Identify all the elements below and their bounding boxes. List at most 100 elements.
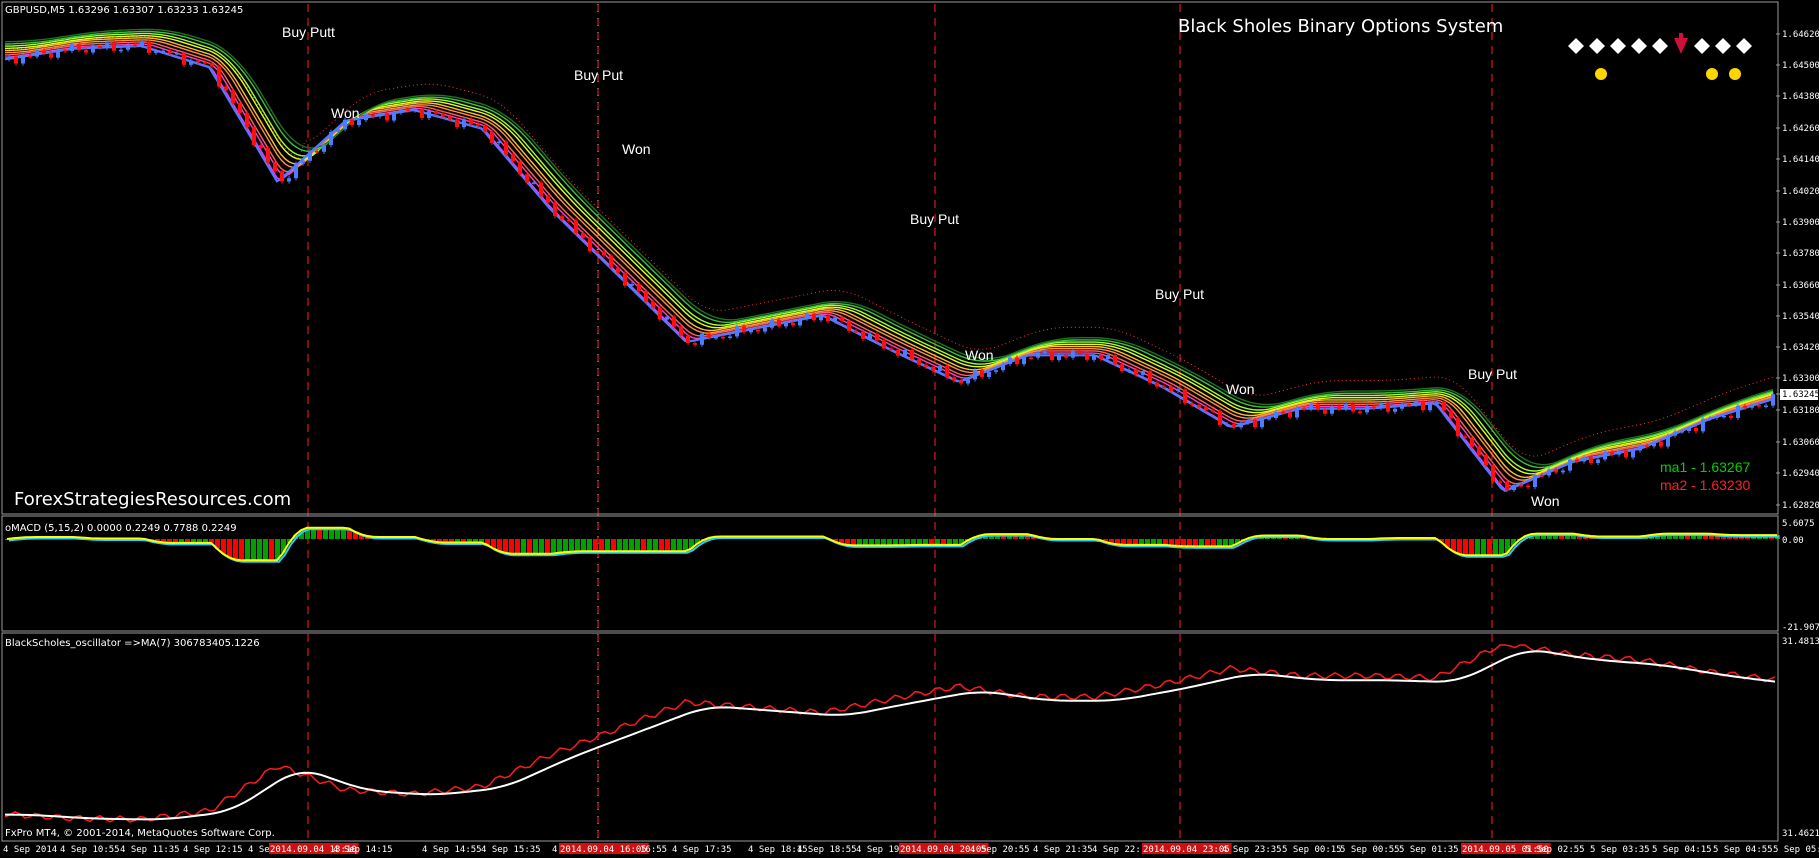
price-tick-label: 1.64500 — [1782, 61, 1819, 71]
candle-body — [1400, 403, 1404, 409]
candle-body — [959, 380, 963, 384]
candle-body — [1652, 441, 1656, 447]
candle-body — [777, 319, 781, 327]
candle-body — [854, 330, 858, 333]
diamond-icon — [1715, 38, 1731, 54]
oscillator-ma-line — [5, 650, 1776, 821]
time-tick-label: 5 Sep 05:3 — [1773, 845, 1819, 855]
candle-body — [1036, 352, 1040, 358]
time-tick-label: 4 Sep 12:15 — [183, 845, 243, 855]
candle-body — [49, 53, 53, 58]
candle-body — [1575, 459, 1579, 462]
candle-body — [168, 50, 172, 54]
price-axis[interactable]: 1.64620 1.64500 1.64380 1.64260 1.64140 1.640… — [1776, 30, 1819, 511]
candle-body — [686, 335, 690, 344]
price-tick-label: 1.64380 — [1782, 92, 1819, 102]
candle-body — [973, 370, 977, 380]
ma2-label: ma2 - 1.63230 — [1660, 477, 1750, 493]
ma-ribbon-line — [5, 28, 1774, 466]
candle-body — [1435, 401, 1439, 405]
candle-body — [1568, 459, 1572, 471]
candle-body — [1379, 403, 1383, 409]
macd-bar — [647, 539, 652, 552]
diamond-icon — [1568, 38, 1584, 54]
macd-bar — [587, 539, 592, 552]
candle-body — [1155, 382, 1159, 387]
candle-body — [1211, 410, 1215, 412]
mt4-chart-window[interactable]: GBPUSD,M5 1.63296 1.63307 1.63233 1.6324… — [0, 0, 1819, 858]
chart-canvas[interactable]: GBPUSD,M5 1.63296 1.63307 1.63233 1.6324… — [0, 0, 1819, 858]
candle-body — [1358, 411, 1362, 413]
candle-body — [1190, 403, 1194, 405]
oscillator-line — [4, 644, 1776, 823]
candle-body — [1680, 430, 1684, 433]
macd-bar — [1199, 539, 1204, 547]
macd-bar — [227, 539, 232, 558]
price-tick-label: 1.63900 — [1782, 218, 1819, 228]
diamond-icon — [1652, 38, 1668, 54]
price-tick-label: 1.64260 — [1782, 124, 1819, 134]
candle-body — [364, 114, 368, 121]
time-tick-label: 5 Sep 00:15 — [1282, 845, 1342, 855]
candle-body — [1561, 470, 1565, 473]
price-tick-label: 1.63540 — [1782, 312, 1819, 322]
macd-bar — [1211, 539, 1216, 547]
candle-body — [1274, 412, 1278, 419]
candle-body — [1603, 451, 1607, 460]
candle-body — [1232, 424, 1236, 428]
time-tick-label: 4 Sep 11:35 — [120, 845, 180, 855]
candle-body — [1701, 418, 1705, 432]
ma1-label: ma1 - 1.63267 — [1660, 459, 1750, 475]
time-tick-label: 5 Sep 04:55 — [1713, 845, 1773, 855]
candle-body — [1638, 445, 1642, 451]
candle-body — [826, 315, 830, 322]
macd-bar — [233, 539, 238, 560]
candle-body — [581, 233, 585, 238]
candle-body — [1498, 481, 1502, 483]
time-tick-label: 4 Sep 17:35 — [672, 845, 732, 855]
candle-body — [1610, 451, 1614, 455]
watermark: ForexStrategiesResources.com — [14, 489, 291, 510]
macd-bar — [527, 539, 532, 554]
candle-body — [917, 359, 921, 365]
candle-body — [1372, 406, 1376, 409]
macd-bar — [1499, 539, 1504, 556]
macd-bar — [635, 539, 640, 552]
candle-body — [840, 317, 844, 321]
candle-body — [427, 111, 431, 119]
candle-body — [623, 272, 627, 286]
time-tick-label: 4 Sep 23:35 — [1222, 845, 1282, 855]
diamond-icon — [1736, 38, 1752, 54]
candle-body — [1715, 416, 1719, 418]
candle-body — [224, 86, 228, 91]
candle-body — [1085, 353, 1089, 360]
candle-body — [1302, 408, 1306, 410]
won-label: Won — [331, 105, 360, 121]
candle-body — [602, 251, 606, 256]
candle-body — [504, 141, 508, 155]
time-tick-label: 4 Sep 2014 — [3, 845, 57, 855]
candle-body — [189, 60, 193, 65]
time-tick-label: 4 Sep 21:35 — [1033, 845, 1093, 855]
candle-body — [133, 44, 137, 47]
candle-body — [644, 290, 648, 302]
time-tick-label: 5 Sep 01:35 — [1399, 845, 1459, 855]
candle-body — [1295, 408, 1299, 418]
candle-body — [287, 178, 291, 182]
candle-body — [252, 127, 256, 146]
macd-bar — [659, 539, 664, 552]
time-tick-label: 16:55 — [640, 845, 667, 855]
candle-body — [798, 318, 802, 326]
macd-bar — [257, 539, 262, 561]
candle-body — [42, 50, 46, 54]
candle-body — [1407, 403, 1411, 406]
candle-body — [1316, 404, 1320, 410]
trade-annotations: Buy Putt Won Buy Put Won Buy Put Won Buy Put Wo… — [282, 24, 1560, 509]
candle-body — [1022, 357, 1026, 365]
time-axis[interactable]: 4 Sep 2014 4 Sep 10:55 4 Sep 11:35 4 Sep 12… — [3, 843, 1819, 855]
candle-body — [308, 151, 312, 161]
ma-ribbon-line — [4, 39, 1774, 481]
candle-body — [1617, 450, 1621, 455]
price-tick-label: 1.62820 — [1782, 501, 1819, 511]
yellow-dot-icon — [1595, 68, 1607, 80]
